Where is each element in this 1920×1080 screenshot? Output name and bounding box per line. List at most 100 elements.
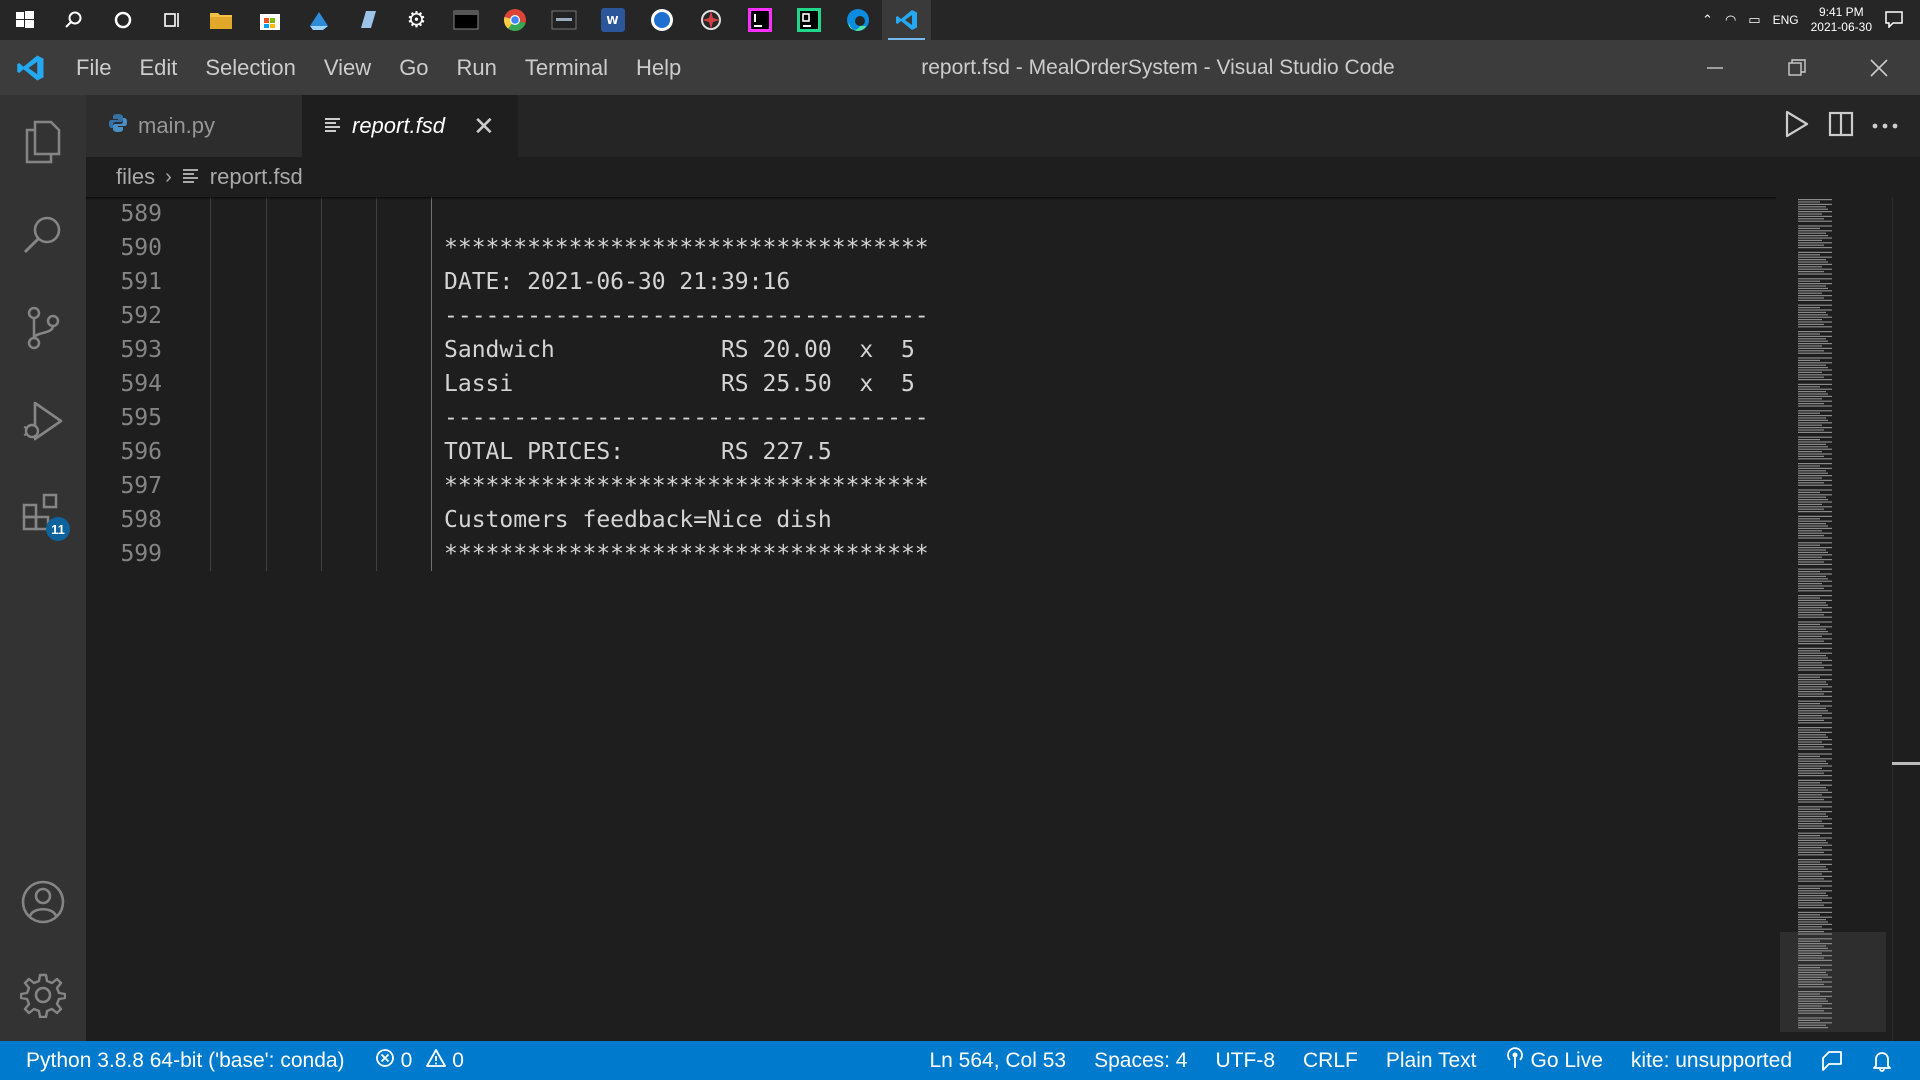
split-editor-icon[interactable]: [1828, 111, 1854, 142]
status-bar-right: Ln 564, Col 53 Spaces: 4 UTF-8 CRLF Plai…: [929, 1041, 1920, 1080]
minimap-line: [1798, 203, 1832, 205]
edge-icon[interactable]: [833, 0, 882, 40]
terminal-icon[interactable]: [441, 0, 490, 40]
minimap-line: [1798, 263, 1832, 265]
minimap-line: [1798, 494, 1832, 496]
status-bar: Python 3.8.8 64-bit ('base': conda) 0 0 …: [0, 1041, 1920, 1080]
tab-report-fsd[interactable]: report.fsd ✕: [302, 95, 518, 157]
minimap-line: [1798, 873, 1822, 875]
minimap[interactable]: [1776, 197, 1886, 1041]
minimap-line: [1798, 467, 1832, 469]
clock[interactable]: 9:41 PM 2021-06-30: [1811, 5, 1872, 35]
indentation[interactable]: Spaces: 4: [1094, 1049, 1187, 1073]
minimap-line: [1798, 278, 1832, 280]
minimap-line: [1798, 813, 1826, 815]
app-web-icon[interactable]: [686, 0, 735, 40]
tab-main-py[interactable]: main.py: [86, 95, 302, 157]
app-blue-icon[interactable]: [294, 0, 343, 40]
language-mode[interactable]: Plain Text: [1386, 1049, 1477, 1073]
minimap-line: [1798, 520, 1832, 522]
minimap-line: [1798, 477, 1822, 479]
word-icon[interactable]: W: [588, 0, 637, 40]
menu-edit[interactable]: Edit: [125, 40, 191, 95]
minimap-line: [1798, 626, 1832, 628]
kite-status[interactable]: kite: unsupported: [1631, 1049, 1792, 1073]
minimap-line: [1798, 871, 1832, 873]
pycharm-icon[interactable]: [784, 0, 833, 40]
minimap-line: [1798, 602, 1826, 604]
minimap-line: [1798, 352, 1832, 354]
menu-terminal[interactable]: Terminal: [511, 40, 622, 95]
source-control-icon[interactable]: [0, 281, 86, 374]
python-interpreter[interactable]: Python 3.8.8 64-bit ('base': conda): [26, 1049, 345, 1073]
minimize-button[interactable]: [1674, 40, 1756, 95]
search-view-icon[interactable]: [0, 188, 86, 281]
minimap-slider[interactable]: [1780, 932, 1886, 1032]
settings-icon[interactable]: ⚙: [392, 0, 441, 40]
search-icon[interactable]: [49, 0, 98, 40]
line-text: ***********************************: [444, 541, 929, 567]
minimap-line: [1798, 256, 1832, 258]
status-bar-left: Python 3.8.8 64-bit ('base': conda) 0 0: [0, 1048, 464, 1074]
mysql-workbench-icon[interactable]: [539, 0, 588, 40]
menu-help[interactable]: Help: [622, 40, 695, 95]
breadcrumb-folder[interactable]: files: [116, 164, 155, 190]
run-file-icon[interactable]: [1784, 110, 1810, 143]
problems-indicator[interactable]: 0 0: [375, 1048, 464, 1074]
run-debug-icon[interactable]: [0, 374, 86, 467]
vertical-scrollbar[interactable]: [1892, 197, 1920, 1041]
minimap-line: [1798, 542, 1832, 544]
minimap-line: [1798, 247, 1832, 249]
minimap-line: [1798, 314, 1828, 316]
menu-run[interactable]: Run: [443, 40, 511, 95]
menu-view[interactable]: View: [310, 40, 385, 95]
manage-gear-icon[interactable]: [0, 948, 86, 1041]
close-window-button[interactable]: [1838, 40, 1920, 95]
windows-start-icon[interactable]: [0, 0, 49, 40]
cortana-icon[interactable]: [98, 0, 147, 40]
close-tab-icon[interactable]: ✕: [473, 111, 495, 142]
battery-icon[interactable]: ▭: [1748, 13, 1760, 28]
activity-bar-bottom: [0, 855, 86, 1041]
minimap-line: [1798, 568, 1832, 570]
feedback-icon[interactable]: [1820, 1050, 1844, 1072]
chrome-icon[interactable]: [490, 0, 539, 40]
minimap-line: [1798, 427, 1832, 429]
code-editor[interactable]: 589 590 *********************************…: [86, 197, 1776, 1041]
more-actions-icon[interactable]: [1872, 117, 1898, 135]
wifi-icon[interactable]: ◠: [1725, 13, 1736, 28]
warning-count: 0: [452, 1048, 464, 1072]
go-live-button[interactable]: Go Live: [1505, 1046, 1603, 1075]
app-notes-icon[interactable]: [343, 0, 392, 40]
menu-go[interactable]: Go: [385, 40, 442, 95]
restore-button[interactable]: [1756, 40, 1838, 95]
explorer-icon[interactable]: [0, 95, 86, 188]
microsoft-store-icon[interactable]: [245, 0, 294, 40]
task-view-icon[interactable]: [147, 0, 196, 40]
chevron-up-icon[interactable]: ⌃: [1702, 13, 1713, 28]
notifications-bell-icon[interactable]: [1872, 1050, 1892, 1072]
menu-selection[interactable]: Selection: [191, 40, 310, 95]
end-of-line[interactable]: CRLF: [1303, 1049, 1358, 1073]
language-indicator[interactable]: ENG: [1773, 13, 1799, 27]
minimap-line: [1798, 647, 1832, 649]
menu-file[interactable]: File: [62, 40, 125, 95]
notifications-icon[interactable]: [1884, 10, 1904, 31]
breadcrumb-file[interactable]: report.fsd: [210, 164, 303, 190]
cursor-position[interactable]: Ln 564, Col 53: [929, 1049, 1066, 1073]
intellij-icon[interactable]: [735, 0, 784, 40]
minimap-line: [1798, 782, 1820, 784]
line-text: Customers feedback=Nice dish: [444, 507, 832, 533]
vscode-taskbar-icon[interactable]: [882, 0, 931, 40]
app-w-circle-icon[interactable]: [637, 0, 686, 40]
minimap-line: [1798, 664, 1832, 666]
accounts-icon[interactable]: [0, 855, 86, 948]
extensions-icon[interactable]: 11: [0, 467, 86, 560]
scrollbar-thumb[interactable]: [1892, 762, 1920, 765]
file-encoding[interactable]: UTF-8: [1216, 1049, 1276, 1073]
minimap-line: [1798, 623, 1820, 625]
minimap-line: [1798, 551, 1828, 553]
file-explorer-icon[interactable]: [196, 0, 245, 40]
minimap-line: [1798, 419, 1828, 421]
minimap-line: [1798, 491, 1820, 493]
